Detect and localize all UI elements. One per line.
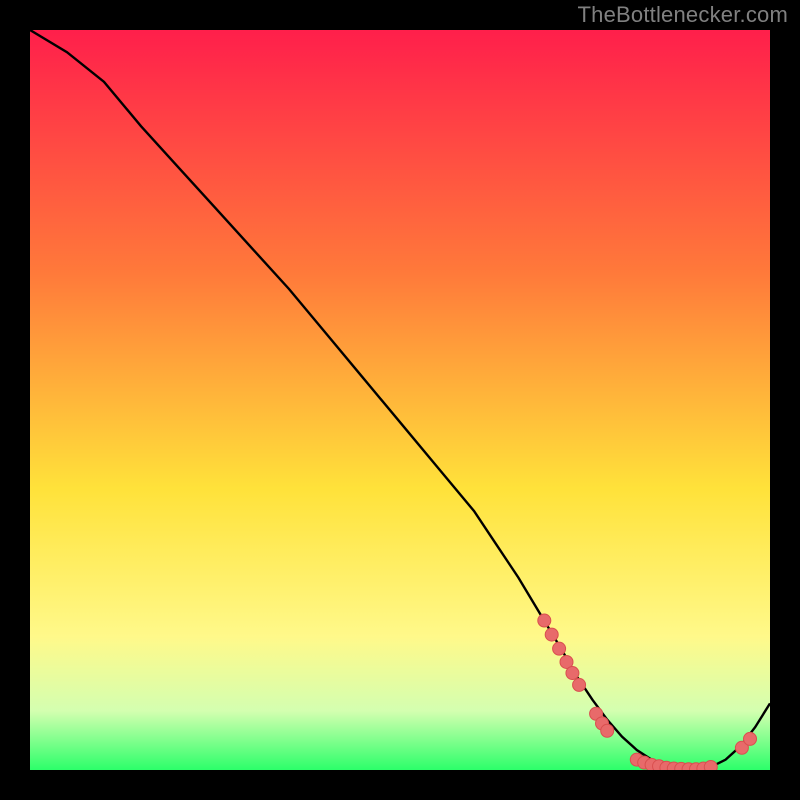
plot-area [30, 30, 770, 770]
gradient-background [30, 30, 770, 770]
bottleneck-chart [30, 30, 770, 770]
data-marker [545, 628, 558, 641]
chart-frame: TheBottlenecker.com [0, 0, 800, 800]
data-marker [553, 642, 566, 655]
data-marker [573, 678, 586, 691]
data-marker [744, 732, 757, 745]
data-marker [566, 667, 579, 680]
watermark-text: TheBottlenecker.com [578, 2, 788, 28]
data-marker [704, 761, 717, 770]
data-marker [601, 724, 614, 737]
data-marker [538, 614, 551, 627]
